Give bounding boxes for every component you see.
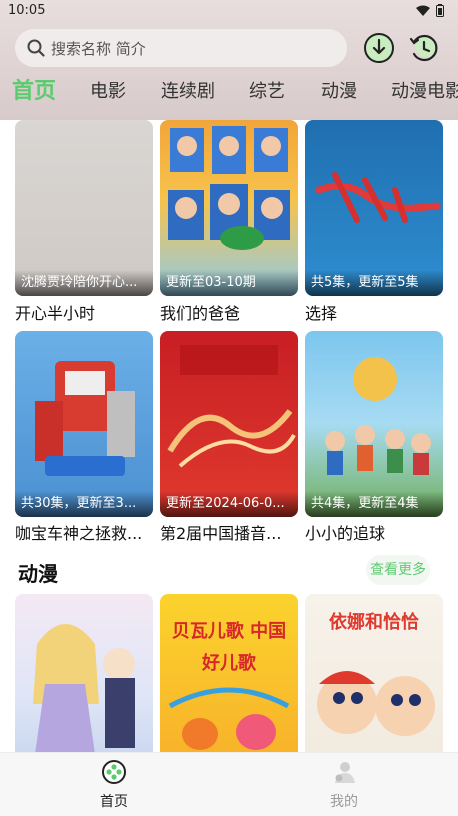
episode-badge: 更新至2024-06-0...	[160, 491, 298, 517]
poster-art	[315, 172, 441, 223]
poster-art	[33, 624, 135, 752]
poster-image[interactable]: 共5集，更新至5集	[305, 120, 443, 296]
episode-badge: 共5集，更新至5集	[305, 270, 443, 296]
top-header: 10:05 搜索名称 简介 首页 电影 连续剧 综艺 动漫 动漫电影	[0, 0, 458, 120]
category-tabs: 首页 电影 连续剧 综艺 动漫 动漫电影	[0, 76, 458, 110]
poster-art	[167, 345, 296, 468]
poster-image[interactable]	[15, 594, 153, 752]
poster-art	[168, 126, 290, 250]
poster-art	[325, 357, 431, 475]
poster-art	[35, 361, 135, 476]
poster-image[interactable]: 依娜和恰恰	[305, 594, 443, 752]
tab-series[interactable]: 连续剧	[161, 76, 215, 108]
nav-mine-label: 我的	[330, 794, 358, 810]
poster-image[interactable]: 贝瓦儿歌 中国好儿歌	[160, 594, 298, 752]
media-title: 选择	[305, 304, 338, 323]
poster-image[interactable]: 沈腾贾玲陪你开心...	[15, 120, 153, 296]
tab-movies[interactable]: 电影	[90, 76, 126, 108]
poster-image[interactable]: 更新至03-10期	[160, 120, 298, 296]
search-bar[interactable]: 搜索名称 简介	[15, 29, 347, 67]
nav-home[interactable]: 首页	[74, 759, 154, 811]
section-title: 动漫	[18, 562, 58, 586]
media-title: 我们的爸爸	[160, 304, 241, 323]
tab-anime-movies[interactable]: 动漫电影	[391, 76, 458, 108]
nav-home-label: 首页	[100, 794, 128, 810]
media-title: 开心半小时	[15, 304, 96, 323]
episode-badge: 共4集，更新至4集	[305, 491, 443, 517]
content-scroll[interactable]: 沈腾贾玲陪你开心... 开心半小时 更新至03-10期 我们的爸爸 共5集，更新…	[0, 120, 458, 752]
poster-art	[168, 687, 290, 750]
episode-badge: 更新至03-10期	[160, 270, 298, 296]
media-title: 第2届中国播音...	[160, 524, 282, 543]
tab-variety[interactable]: 综艺	[249, 76, 285, 108]
profile-icon	[335, 762, 355, 783]
tab-home[interactable]: 首页	[12, 76, 56, 108]
film-reel-icon	[102, 760, 126, 784]
poster-art	[317, 671, 435, 736]
status-icons	[416, 4, 444, 17]
search-placeholder: 搜索名称 简介	[51, 39, 146, 58]
search-icon	[27, 39, 45, 57]
bottom-navigation: 首页 我的	[0, 752, 458, 816]
media-title: 小小的追球	[305, 524, 386, 543]
episode-badge: 共30集，更新至3...	[15, 491, 153, 517]
status-bar: 10:05	[0, 0, 458, 22]
media-title: 咖宝车神之拯救...	[15, 524, 143, 543]
download-icon[interactable]	[363, 32, 395, 64]
poster-image[interactable]: 共4集，更新至4集	[305, 331, 443, 517]
wifi-icon	[416, 5, 430, 16]
status-time: 10:05	[8, 3, 46, 18]
battery-icon	[436, 4, 444, 17]
tab-anime[interactable]: 动漫	[321, 76, 357, 108]
view-more-button[interactable]: 查看更多	[366, 555, 430, 585]
poster-image[interactable]: 更新至2024-06-0...	[160, 331, 298, 517]
poster-image[interactable]: 共30集，更新至3...	[15, 331, 153, 517]
episode-badge: 沈腾贾玲陪你开心...	[15, 270, 153, 296]
history-icon[interactable]	[408, 32, 440, 64]
nav-mine[interactable]: 我的	[304, 759, 384, 811]
